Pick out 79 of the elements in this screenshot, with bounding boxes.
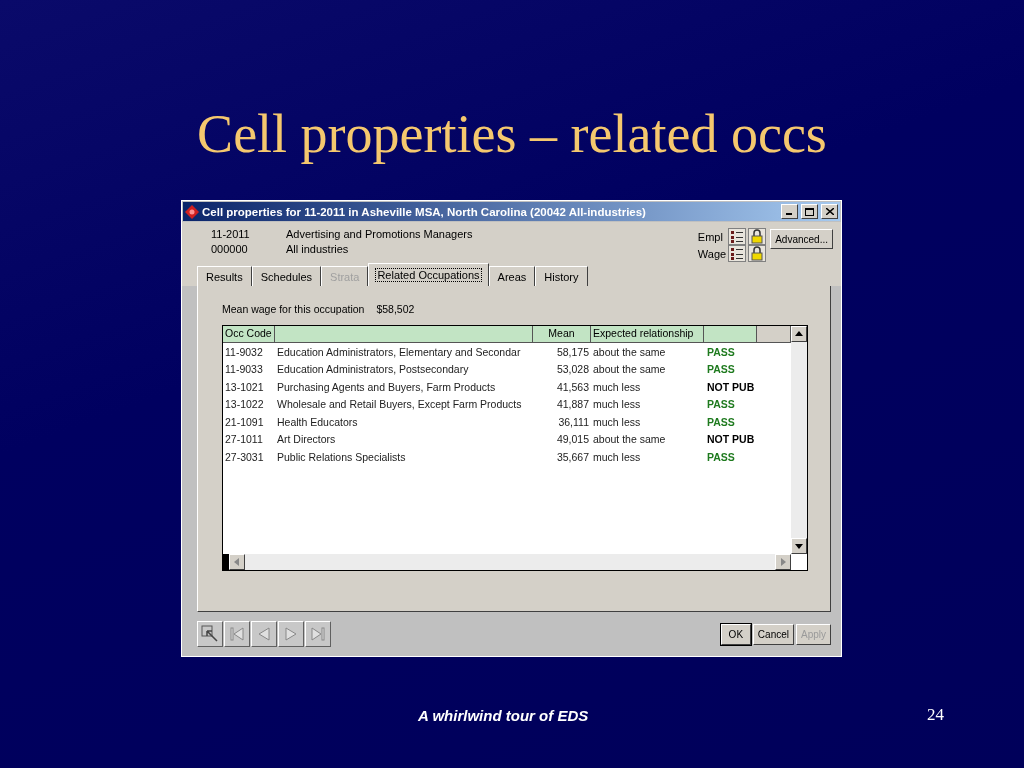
first-icon <box>229 626 245 642</box>
column-header[interactable] <box>704 326 757 343</box>
table-cell-text: 11-9033 <box>224 363 264 376</box>
next-button[interactable] <box>278 621 304 647</box>
occupation-name: All industries <box>286 243 350 255</box>
navigate-button[interactable] <box>197 621 223 647</box>
table-cell-text: 49,015 <box>555 433 590 446</box>
status-cell-text: NOT PUB <box>706 380 756 393</box>
table-cell-text: Art Directors <box>276 433 337 446</box>
table-cell-text: 53,028 <box>555 363 590 376</box>
status-cell-text: PASS <box>706 450 736 463</box>
mean-wage-value: $58,502 <box>376 303 415 315</box>
table-cell-text: about the same <box>592 345 667 358</box>
tab[interactable]: Results <box>197 266 252 286</box>
table-cell-text: 41,563 <box>555 380 590 393</box>
status-cell-text: PASS <box>706 345 736 358</box>
scroll-up-icon[interactable] <box>795 330 803 338</box>
scroll-down-icon[interactable] <box>795 542 803 550</box>
table-cell-text: 11-9032 <box>224 345 264 358</box>
tab[interactable]: History <box>535 266 588 286</box>
table-cell-text: much less <box>592 450 642 463</box>
tab[interactable]: Areas <box>488 266 536 286</box>
close-button[interactable] <box>821 204 838 219</box>
measure-label: Wage <box>697 247 727 260</box>
table-cell-text: much less <box>592 398 642 411</box>
previous-button[interactable] <box>251 621 277 647</box>
arrow-icon <box>201 625 219 643</box>
table-cell-text: 35,667 <box>555 450 590 463</box>
tab[interactable]: Schedules <box>251 266 322 286</box>
vertical-scrollbar[interactable] <box>791 326 807 554</box>
occupation-name: Advertising and Promotions Managers <box>286 228 474 240</box>
column-header[interactable]: Occ Code <box>223 326 275 343</box>
table-cell-text: 21-1091 <box>224 415 265 428</box>
table-cell-text: 13-1022 <box>224 398 265 411</box>
table-cell-text: much less <box>592 380 642 393</box>
occupation-code: 000000 <box>211 243 249 255</box>
column-header[interactable]: Mean <box>533 326 591 343</box>
table-cell-text: 36,111 <box>557 415 590 428</box>
table-cell-text: Health Educators <box>276 415 359 428</box>
status-cell-text: NOT PUB <box>706 433 756 446</box>
previous-icon <box>256 626 272 642</box>
window-title: Cell properties for 11-2011 in Asheville MSA, North Carolina (20042 All-industries) <box>202 205 647 218</box>
table-cell-text: 27-3031 <box>224 450 265 463</box>
advanced-button[interactable]: Advanced... <box>770 229 833 249</box>
next-icon <box>283 626 299 642</box>
table-cell-text: Public Relations Specialists <box>276 450 407 463</box>
last-icon <box>310 626 326 642</box>
column-header[interactable] <box>275 326 533 343</box>
status-cell-text: PASS <box>706 415 736 428</box>
table-cell-text: 27-1011 <box>224 433 264 446</box>
table-cell-text: 13-1021 <box>224 380 265 393</box>
first-button[interactable] <box>224 621 250 647</box>
table-cell-text: Education Administrators, Postsecondary <box>276 363 470 376</box>
table-cell-text: about the same <box>592 363 667 376</box>
tab[interactable]: Related Occupations <box>368 263 489 286</box>
slide-footer: A whirlwind tour of EDS <box>418 706 589 724</box>
slide-title: Cell properties – related occs <box>196 104 828 166</box>
column-header[interactable]: Expected relationship <box>591 326 704 343</box>
maximize-icon <box>805 207 814 216</box>
table-cell-text: Education Administrators, Elementary and Secondar <box>276 345 522 358</box>
dialog-button[interactable]: OK <box>720 623 751 645</box>
last-button[interactable] <box>305 621 331 647</box>
occupation-code: 11-2011 <box>211 228 251 240</box>
close-icon <box>825 208 834 215</box>
maximize-button[interactable] <box>801 204 818 219</box>
table-cell-text: 41,887 <box>555 398 590 411</box>
table-cell-text: about the same <box>592 433 667 446</box>
table-cell-text: Purchasing Agents and Buyers, Farm Products <box>276 380 497 393</box>
measure-label: Empl <box>697 230 724 243</box>
app-icon <box>185 204 199 219</box>
status-cell-text: PASS <box>706 363 736 376</box>
minimize-button[interactable] <box>781 204 798 219</box>
dialog-button[interactable]: Cancel <box>752 623 794 645</box>
mean-wage-label: Mean wage for this occupation <box>222 303 365 315</box>
status-cell-text: PASS <box>706 398 736 411</box>
table-cell-text: 58,175 <box>555 345 590 358</box>
table-cell-text: much less <box>592 415 642 428</box>
table-cell-text: Wholesale and Retail Buyers, Except Farm Products <box>276 398 523 411</box>
page-number: 24 <box>927 705 944 725</box>
